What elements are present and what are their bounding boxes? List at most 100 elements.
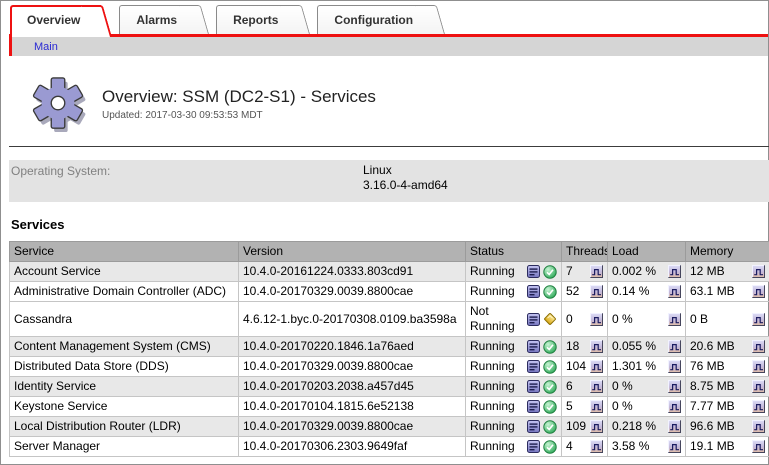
service-name: Keystone Service xyxy=(10,397,239,417)
chart-button-icon[interactable] xyxy=(590,420,603,433)
green-check-ball-icon xyxy=(543,440,557,454)
chart-button-icon[interactable] xyxy=(752,440,765,453)
chart-button-icon[interactable] xyxy=(752,420,765,433)
service-name: Administrative Domain Controller (ADC) xyxy=(10,282,239,302)
col-header-service: Service xyxy=(10,242,239,262)
service-name: Identity Service xyxy=(10,377,239,397)
attributes-icon[interactable] xyxy=(527,265,540,278)
gear-icon xyxy=(29,72,87,136)
services-table: Service Version Status Threads Load Memo… xyxy=(9,241,769,457)
col-header-version: Version xyxy=(239,242,466,262)
service-memory: 19.1 MB xyxy=(690,439,735,454)
chart-button-icon[interactable] xyxy=(590,360,603,373)
service-row: Identity Service 10.4.0-20170203.2038.a4… xyxy=(10,377,769,397)
chart-button-icon[interactable] xyxy=(590,340,603,353)
tab-configuration[interactable]: Configuration xyxy=(317,5,445,34)
service-version: 10.4.0-20170104.1815.6e52138 xyxy=(239,397,466,417)
service-name: Local Distribution Router (LDR) xyxy=(10,417,239,437)
service-version: 4.6.12-1.byc.0-20170308.0109.ba3598a xyxy=(239,302,466,337)
chart-button-icon[interactable] xyxy=(668,420,681,433)
services-table-header-row: Service Version Status Threads Load Memo… xyxy=(10,242,769,262)
os-name: Linux xyxy=(363,163,448,178)
attributes-icon[interactable] xyxy=(527,440,540,453)
operating-system-row: Operating System: Linux 3.16.0-4-amd64 xyxy=(9,160,769,202)
chart-button-icon[interactable] xyxy=(668,313,681,326)
active-tab-underline xyxy=(9,34,768,37)
chart-button-icon[interactable] xyxy=(590,380,603,393)
chart-button-icon[interactable] xyxy=(752,380,765,393)
service-load: 1.301 % xyxy=(612,359,656,374)
breadcrumb-bar: Main xyxy=(9,37,768,56)
chart-button-icon[interactable] xyxy=(668,265,681,278)
service-status: Running xyxy=(470,379,515,394)
chart-button-icon[interactable] xyxy=(668,380,681,393)
tab-reports[interactable]: Reports xyxy=(216,5,310,34)
chart-button-icon[interactable] xyxy=(668,285,681,298)
service-row: Distributed Data Store (DDS) 10.4.0-2017… xyxy=(10,357,769,377)
chart-button-icon[interactable] xyxy=(590,285,603,298)
service-threads: 18 xyxy=(566,339,579,354)
attributes-icon[interactable] xyxy=(527,380,540,393)
service-status: Running xyxy=(470,264,515,279)
col-header-load: Load xyxy=(608,242,686,262)
tab-label: Alarms xyxy=(119,5,209,27)
services-table-body: Account Service 10.4.0-20161224.0333.803… xyxy=(10,262,769,457)
service-load: 3.58 % xyxy=(612,439,649,454)
chart-button-icon[interactable] xyxy=(590,400,603,413)
chart-button-icon[interactable] xyxy=(752,265,765,278)
service-version: 10.4.0-20170329.0039.8800cae xyxy=(239,417,466,437)
green-check-ball-icon xyxy=(543,420,557,434)
chart-button-icon[interactable] xyxy=(668,340,681,353)
chart-button-icon[interactable] xyxy=(752,400,765,413)
service-row: Content Management System (CMS) 10.4.0-2… xyxy=(10,337,769,357)
service-threads: 5 xyxy=(566,399,573,414)
service-load: 0 % xyxy=(612,399,633,414)
chart-button-icon[interactable] xyxy=(668,400,681,413)
service-status: Running xyxy=(470,359,515,374)
attributes-icon[interactable] xyxy=(527,420,540,433)
col-header-threads: Threads xyxy=(562,242,608,262)
service-threads: 4 xyxy=(566,439,573,454)
os-kernel-version: 3.16.0-4-amd64 xyxy=(363,178,448,193)
chart-button-icon[interactable] xyxy=(668,360,681,373)
attributes-icon[interactable] xyxy=(527,340,540,353)
chart-button-icon[interactable] xyxy=(590,265,603,278)
service-version: 10.4.0-20170306.2303.9649faf xyxy=(239,437,466,457)
service-row: Keystone Service 10.4.0-20170104.1815.6e… xyxy=(10,397,769,417)
service-memory: 0 B xyxy=(690,312,708,327)
service-memory: 96.6 MB xyxy=(690,419,735,434)
service-row: Server Manager 10.4.0-20170306.2303.9649… xyxy=(10,437,769,457)
service-status: Not Running xyxy=(470,304,524,334)
service-threads: 7 xyxy=(566,264,573,279)
chart-button-icon[interactable] xyxy=(668,440,681,453)
service-threads: 52 xyxy=(566,284,579,299)
service-name: Content Management System (CMS) xyxy=(10,337,239,357)
service-name: Server Manager xyxy=(10,437,239,457)
service-threads: 6 xyxy=(566,379,573,394)
service-version: 10.4.0-20161224.0333.803cd91 xyxy=(239,262,466,282)
breadcrumb-main-link[interactable]: Main xyxy=(12,38,58,57)
green-check-ball-icon xyxy=(543,380,557,394)
service-status: Running xyxy=(470,339,515,354)
tab-alarms[interactable]: Alarms xyxy=(119,5,209,34)
attributes-icon[interactable] xyxy=(527,313,540,326)
attributes-icon[interactable] xyxy=(527,400,540,413)
service-version: 10.4.0-20170329.0039.8800cae xyxy=(239,282,466,302)
green-check-ball-icon xyxy=(543,400,557,414)
chart-button-icon[interactable] xyxy=(590,313,603,326)
attributes-icon[interactable] xyxy=(527,285,540,298)
page-content: Overview: SSM (DC2-S1) - Services Update… xyxy=(1,71,768,457)
chart-button-icon[interactable] xyxy=(752,340,765,353)
tab-overview[interactable]: Overview xyxy=(10,5,112,37)
col-header-memory: Memory xyxy=(686,242,769,262)
service-row: Administrative Domain Controller (ADC) 1… xyxy=(10,282,769,302)
chart-button-icon[interactable] xyxy=(752,285,765,298)
service-memory: 12 MB xyxy=(690,264,725,279)
chart-button-icon[interactable] xyxy=(590,440,603,453)
chart-button-icon[interactable] xyxy=(752,313,765,326)
service-memory: 20.6 MB xyxy=(690,339,735,354)
chart-button-icon[interactable] xyxy=(752,360,765,373)
attributes-icon[interactable] xyxy=(527,360,540,373)
page-updated-timestamp: Updated: 2017-03-30 09:53:53 MDT xyxy=(102,110,376,121)
service-threads: 0 xyxy=(566,312,573,327)
